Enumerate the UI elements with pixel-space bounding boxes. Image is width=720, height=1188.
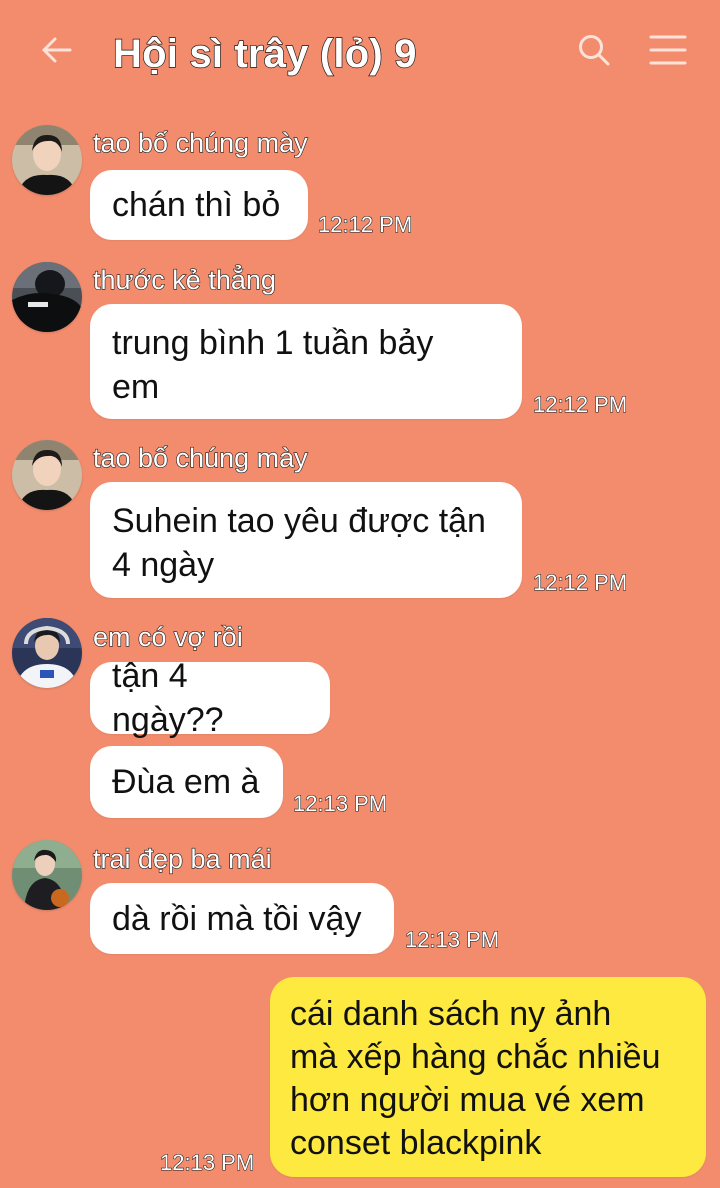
avatar[interactable] <box>12 440 82 510</box>
message-bubble[interactable]: Suhein tao yêu được tận 4 ngày <box>90 482 522 598</box>
avatar[interactable] <box>12 618 82 688</box>
arrow-left-icon <box>38 32 74 73</box>
message-bubble[interactable]: trung bình 1 tuần bảy em <box>90 304 522 419</box>
message-text: Suhein tao yêu được tận 4 ngày <box>112 502 486 584</box>
hamburger-menu-icon <box>649 33 687 72</box>
message-text: cái danh sách ny ảnh mà xếp hàng chắc nh… <box>290 995 661 1162</box>
chat-header: Hội sì trây (lỏ) 9 <box>0 0 720 110</box>
sender-name: thước kẻ thẳng <box>92 264 276 295</box>
message-bubble[interactable]: tận 4 ngày?? <box>90 657 330 739</box>
back-button[interactable] <box>32 28 80 76</box>
message-text: dà rồi mà tồi vậy <box>112 899 362 938</box>
message-bubble[interactable]: Đùa em à <box>90 746 283 818</box>
message-time: 12:12 PM <box>317 211 413 237</box>
message-bubble[interactable]: dà rồi mà tồi vậy <box>90 883 394 954</box>
search-icon <box>576 32 612 73</box>
sender-name: em có vợ rồi <box>92 621 243 652</box>
chat-title: Hội sì trây (lỏ) 9 <box>112 31 417 76</box>
message-time: 12:12 PM <box>532 569 628 595</box>
chat-screen: Hội sì trây (lỏ) 9 tao bố chúng mày chán… <box>0 0 720 1188</box>
message-time: 12:13 PM <box>404 926 500 952</box>
avatar[interactable] <box>12 262 82 332</box>
avatar[interactable] <box>12 840 82 910</box>
sender-name: trai đẹp ba mái <box>92 843 272 874</box>
message-text: trung bình 1 tuần bảy em <box>112 324 434 406</box>
message-text: tận 4 ngày?? <box>112 657 224 739</box>
message-time: 12:13 PM <box>159 1149 255 1175</box>
message-text: chán thì bỏ <box>112 186 281 224</box>
menu-button[interactable] <box>644 28 692 76</box>
sender-name: tao bố chúng mày <box>92 442 308 473</box>
sender-name: tao bố chúng mày <box>92 127 308 158</box>
my-message-bubble[interactable]: cái danh sách ny ảnh mà xếp hàng chắc nh… <box>270 977 706 1177</box>
message-bubble[interactable]: chán thì bỏ <box>90 170 308 240</box>
message-text: Đùa em à <box>112 763 260 801</box>
message-time: 12:13 PM <box>292 790 388 816</box>
message-time: 12:12 PM <box>532 391 628 417</box>
avatar[interactable] <box>12 125 82 195</box>
search-button[interactable] <box>570 28 618 76</box>
